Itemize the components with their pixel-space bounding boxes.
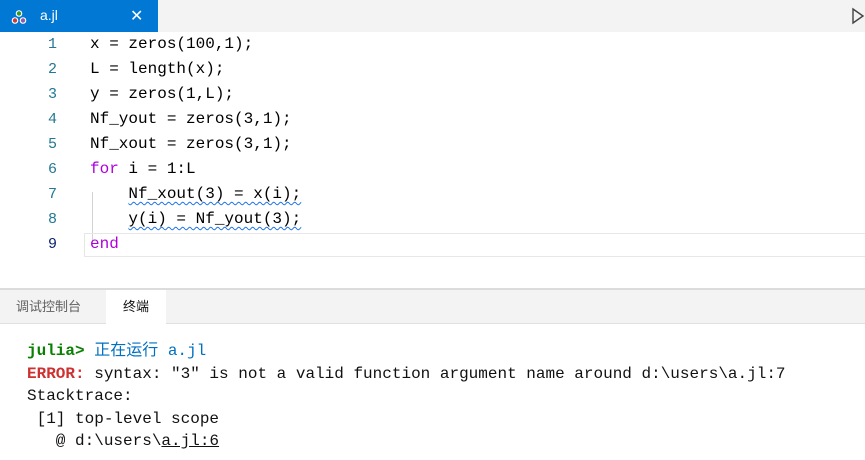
code-text: for i = 1:L [90, 160, 196, 178]
line-number: 2 [47, 61, 57, 78]
location-prefix: @ d:\users\ [27, 432, 162, 450]
code-line: 9 end [0, 232, 865, 257]
terminal-line: julia> 正在运行 a.jl [27, 340, 786, 363]
tab-terminal[interactable]: 终端 [106, 290, 166, 325]
tab-filename: a.jl [40, 7, 58, 23]
run-command: 正在运行 a.jl [84, 342, 207, 360]
terminal-line: Stacktrace: [27, 387, 133, 405]
julia-prompt: julia> [27, 342, 85, 360]
code-line: 4 Nf_yout = zeros(3,1); [0, 107, 865, 132]
line-number: 7 [47, 186, 57, 203]
error-message: syntax: "3" is not a valid function argu… [84, 364, 786, 383]
code-text: Nf_xout = zeros(3,1); [90, 135, 292, 153]
line-number: 5 [47, 136, 57, 153]
code-line: 2 L = length(x); [0, 57, 865, 82]
terminal-line: @ d:\users\a.jl:6 [27, 430, 786, 453]
line-number: 6 [47, 161, 57, 178]
syntax-error-squiggle: y(i) = Nf_yout(3); [128, 210, 302, 228]
code-text: L = length(x); [90, 60, 225, 78]
bottom-panel: 调试控制台 终端 julia> 正在运行 a.jl ERROR: syntax:… [0, 288, 865, 460]
code-text: end [90, 235, 119, 253]
line-number: 9 [47, 236, 57, 253]
code-line: 3 y = zeros(1,L); [0, 82, 865, 107]
code-line: 5 Nf_xout = zeros(3,1); [0, 132, 865, 157]
code-text: Nf_xout(3) = x(i); [90, 182, 301, 207]
code-text: y(i) = Nf_yout(3); [90, 207, 301, 232]
code-line: 6 for i = 1:L [0, 157, 865, 182]
tab-debug-console[interactable]: 调试控制台 [16, 290, 81, 324]
error-label: ERROR: [27, 364, 85, 383]
file-location-link[interactable]: a.jl:6 [161, 432, 219, 450]
code-text: y = zeros(1,L); [90, 85, 235, 103]
code-editor[interactable]: 1 x = zeros(100,1); 2 L = length(x); 3 y… [0, 32, 865, 288]
line-number: 8 [47, 211, 57, 228]
line-number: 1 [47, 36, 57, 53]
terminal-output[interactable]: julia> 正在运行 a.jl ERROR: syntax: "3" is n… [27, 340, 786, 453]
code-text: x = zeros(100,1); [90, 35, 254, 53]
terminal-line: ERROR: syntax: "3" is not a valid functi… [27, 363, 786, 386]
line-number: 4 [47, 111, 57, 128]
run-icon[interactable] [851, 7, 865, 25]
syntax-error-squiggle: Nf_xout(3) = x(i); [128, 185, 302, 203]
code-line: 1 x = zeros(100,1); [0, 32, 865, 57]
panel-tabs: 调试控制台 终端 [0, 290, 865, 325]
line-number: 3 [47, 86, 57, 103]
code-line: 8 y(i) = Nf_yout(3); [0, 207, 865, 232]
code-text: Nf_yout = zeros(3,1); [90, 110, 292, 128]
editor-tab-strip: a.jl ✕ [0, 0, 865, 32]
editor-tab-a-jl[interactable]: a.jl ✕ [0, 0, 158, 32]
close-icon[interactable]: ✕ [130, 6, 143, 26]
terminal-line: [1] top-level scope [27, 409, 220, 428]
code-line: 7 Nf_xout(3) = x(i); [0, 182, 865, 207]
julia-dots-icon [11, 10, 27, 24]
